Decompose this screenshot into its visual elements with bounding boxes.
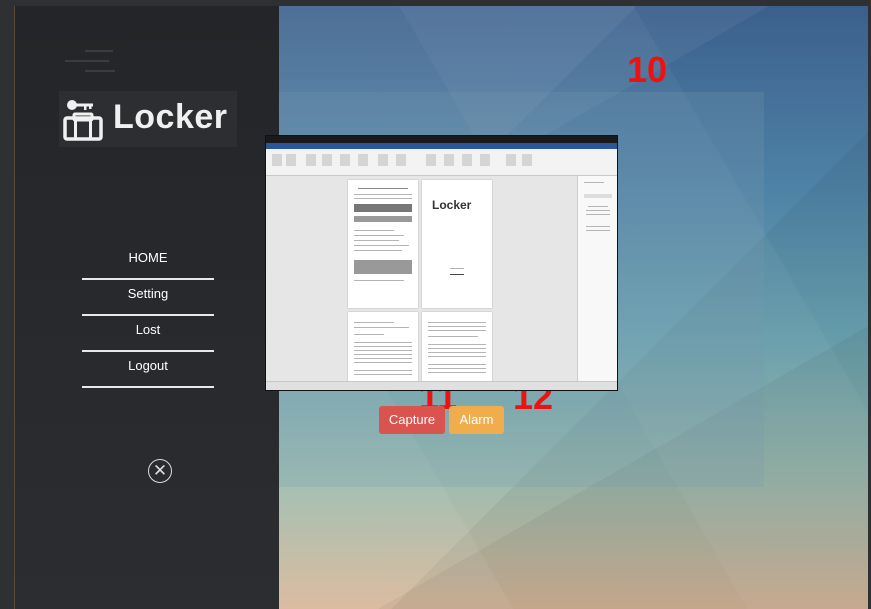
app-logo: Locker <box>59 91 237 147</box>
preview-side-pane <box>577 176 617 382</box>
preview-statusbar <box>266 381 617 390</box>
nav-menu: HOME Setting Lost Logout <box>82 246 214 390</box>
briefcase-key-icon <box>63 100 103 141</box>
nav-item-home[interactable]: HOME <box>82 246 214 280</box>
nav-item-setting[interactable]: Setting <box>82 282 214 316</box>
captured-screenshot[interactable]: Locker <box>265 135 618 391</box>
capture-button[interactable]: Capture <box>379 406 445 434</box>
preview-page-3 <box>348 312 418 382</box>
sidebar: Locker HOME Setting Lost Logout ✕ <box>15 6 279 609</box>
annotation-10: 10 <box>627 49 668 90</box>
logo-text: Locker <box>113 98 228 136</box>
preview-document-area: Locker <box>266 176 577 382</box>
app-frame: Locker HOME Setting Lost Logout ✕ 10 11 … <box>14 6 868 609</box>
preview-page-4 <box>422 312 492 382</box>
preview-ribbon <box>266 149 617 176</box>
nav-item-lost[interactable]: Lost <box>82 318 214 352</box>
hamburger-icon[interactable] <box>59 46 119 76</box>
nav-item-logout[interactable]: Logout <box>82 354 214 388</box>
alarm-button[interactable]: Alarm <box>449 406 504 434</box>
preview-page-1 <box>348 180 418 308</box>
close-icon[interactable]: ✕ <box>148 459 172 483</box>
preview-logo-text: Locker <box>432 198 472 212</box>
preview-titlebar <box>266 136 617 143</box>
preview-page-2: Locker <box>422 180 492 308</box>
